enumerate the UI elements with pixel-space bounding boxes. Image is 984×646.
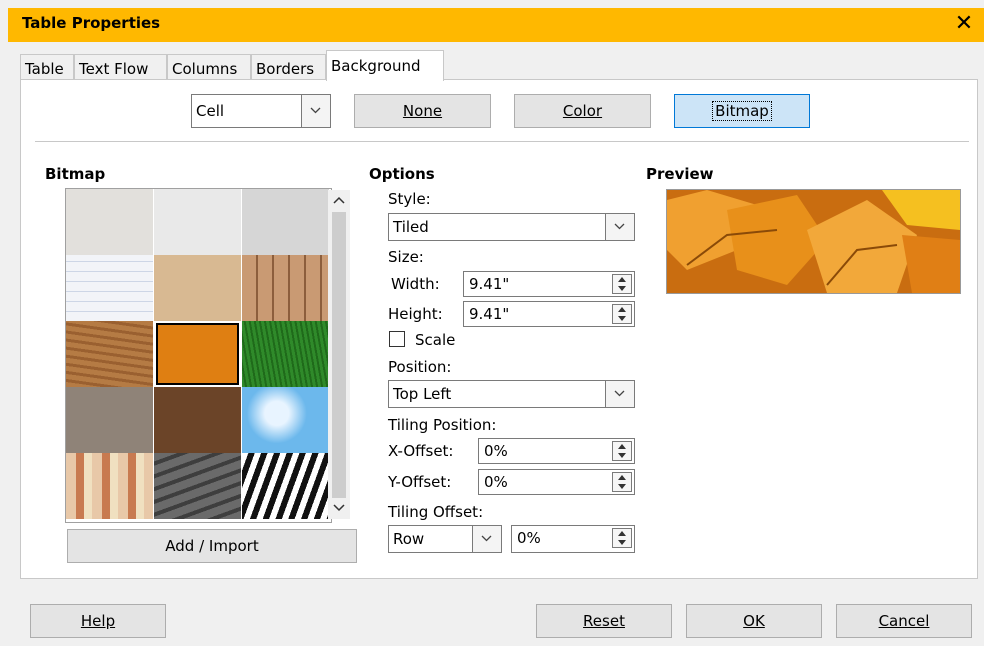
position-select[interactable]: Top Left <box>388 380 635 408</box>
bitmap-tile-paper-crumpled[interactable] <box>242 189 329 255</box>
x-offset-label: X-Offset: <box>388 442 454 460</box>
bitmap-heading: Bitmap <box>45 165 106 183</box>
bitmap-tile-pebble-light[interactable] <box>66 387 153 453</box>
dialog-title: Table Properties <box>22 14 161 32</box>
x-offset-value: 0% <box>484 442 508 460</box>
chevron-down-icon[interactable] <box>301 95 330 127</box>
bitmap-gallery[interactable] <box>65 188 332 523</box>
chevron-down-icon[interactable] <box>472 526 501 552</box>
tab-background[interactable]: Background <box>326 50 444 81</box>
bitmap-tile-color-stripes[interactable] <box>66 453 153 519</box>
bitmap-tile-paper-graph[interactable] <box>66 255 153 321</box>
style-select[interactable]: Tiled <box>388 213 635 241</box>
apply-to-value: Cell <box>196 102 225 120</box>
position-value: Top Left <box>393 385 452 403</box>
title-bar: Table Properties ✕ <box>8 8 984 42</box>
bitmap-tile-zebra[interactable] <box>242 453 329 519</box>
help-button[interactable]: Help <box>30 604 166 638</box>
bitmap-tile-sky[interactable] <box>242 387 329 453</box>
scroll-thumb[interactable] <box>332 212 346 498</box>
height-label: Height: <box>388 305 443 323</box>
preview-heading: Preview <box>646 165 714 183</box>
add-import-label: Add / Import <box>165 537 259 555</box>
close-icon[interactable]: ✕ <box>952 10 976 38</box>
chevron-down-icon[interactable] <box>605 214 634 240</box>
tiling-offset-spin-icon[interactable] <box>612 528 632 548</box>
add-import-button[interactable]: Add / Import <box>67 529 357 563</box>
width-spin-icon[interactable] <box>612 274 632 294</box>
scale-label: Scale <box>415 331 456 349</box>
tiling-offset-mode-select[interactable]: Row <box>388 525 502 553</box>
width-label: Width: <box>391 275 440 293</box>
ok-label: OK <box>743 612 765 630</box>
separator <box>35 141 969 142</box>
background-panel: Cell None Color Bitmap Bitmap Add / Impo… <box>20 79 978 579</box>
gallery-scrollbar[interactable] <box>328 190 350 519</box>
chevron-down-icon[interactable] <box>605 381 634 407</box>
cancel-label: Cancel <box>878 612 930 630</box>
bitmap-tile-lawn[interactable] <box>242 321 329 387</box>
height-value: 9.41" <box>469 305 510 323</box>
color-button[interactable]: Color <box>514 94 651 128</box>
bitmap-tile-paper-texture[interactable] <box>154 189 241 255</box>
bitmap-tile-painted-white[interactable] <box>66 189 153 255</box>
style-label: Style: <box>388 190 431 208</box>
tiling-position-label: Tiling Position: <box>388 416 497 434</box>
bitmap-tile-wooden-board[interactable] <box>66 321 153 387</box>
width-field[interactable]: 9.41" <box>463 271 635 297</box>
ok-button[interactable]: OK <box>686 604 822 638</box>
y-offset-field[interactable]: 0% <box>478 469 635 495</box>
tab-text-flow[interactable]: Text Flow <box>74 54 167 80</box>
bitmap-tile-fence[interactable] <box>242 255 329 321</box>
tiling-offset-field[interactable]: 0% <box>511 525 635 553</box>
bitmap-tile-maple-leaves[interactable] <box>154 321 241 387</box>
y-offset-value: 0% <box>484 473 508 491</box>
bitmap-tile-coffee-beans[interactable] <box>154 387 241 453</box>
bitmap-tile-parchment-paper[interactable] <box>154 255 241 321</box>
apply-to-select[interactable]: Cell <box>191 94 331 128</box>
y-offset-label: Y-Offset: <box>388 473 452 491</box>
style-value: Tiled <box>393 218 429 236</box>
cancel-button[interactable]: Cancel <box>836 604 972 638</box>
none-button-label: None <box>402 102 443 120</box>
tab-borders[interactable]: Borders <box>251 54 326 80</box>
none-button[interactable]: None <box>354 94 491 128</box>
width-value: 9.41" <box>469 275 510 293</box>
reset-label: Reset <box>583 612 625 630</box>
bitmap-button-label: Bitmap <box>712 101 772 121</box>
tiling-offset-value: 0% <box>517 529 541 547</box>
help-label: Help <box>80 612 116 630</box>
tiling-offset-label: Tiling Offset: <box>388 503 484 521</box>
tiling-offset-mode-value: Row <box>393 530 425 548</box>
tab-table[interactable]: Table <box>20 54 74 80</box>
height-spin-icon[interactable] <box>612 304 632 324</box>
preview-image <box>666 189 961 294</box>
x-offset-field[interactable]: 0% <box>478 438 635 464</box>
y-offset-spin-icon[interactable] <box>612 472 632 492</box>
tab-columns[interactable]: Columns <box>167 54 251 80</box>
scroll-down-icon[interactable] <box>333 504 345 512</box>
color-button-label: Color <box>562 102 603 120</box>
reset-button[interactable]: Reset <box>536 604 672 638</box>
bitmap-tile-stone[interactable] <box>154 453 241 519</box>
scroll-up-icon[interactable] <box>333 196 345 204</box>
options-heading: Options <box>369 165 435 183</box>
height-field[interactable]: 9.41" <box>463 301 635 327</box>
scale-checkbox[interactable] <box>389 331 405 347</box>
bitmap-button[interactable]: Bitmap <box>674 94 810 128</box>
x-offset-spin-icon[interactable] <box>612 441 632 461</box>
size-label: Size: <box>388 248 424 266</box>
position-label: Position: <box>388 358 452 376</box>
